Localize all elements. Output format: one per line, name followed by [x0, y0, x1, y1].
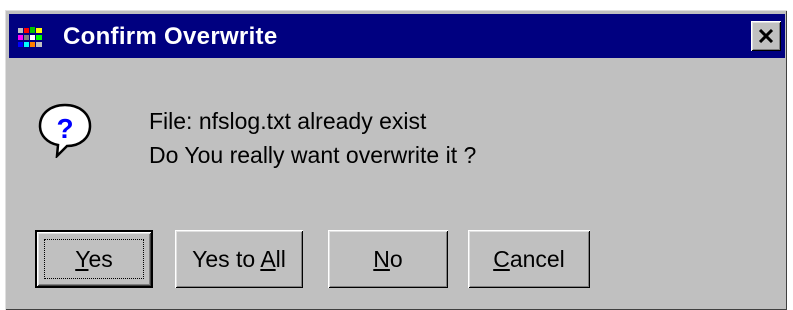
message-line-2: Do You really want overwrite it ?: [149, 142, 477, 168]
no-button[interactable]: No: [328, 230, 448, 288]
title-bar[interactable]: Confirm Overwrite: [9, 14, 785, 58]
confirm-overwrite-dialog: Confirm Overwrite ? File: nfslog.txt alr…: [5, 10, 787, 310]
yes-button[interactable]: Yes: [35, 230, 153, 288]
close-button[interactable]: [751, 21, 781, 51]
question-balloon-icon: ?: [38, 103, 92, 158]
dialog-title: Confirm Overwrite: [63, 23, 278, 50]
close-icon: [758, 29, 774, 43]
yes-to-all-button-label: Yes to All: [192, 245, 286, 272]
message-text: File: nfslog.txt already exist Do You re…: [149, 104, 476, 172]
yes-to-all-button[interactable]: Yes to All: [175, 230, 303, 288]
svg-text:?: ?: [56, 113, 73, 144]
cancel-button[interactable]: Cancel: [468, 230, 590, 288]
application-icon: [17, 26, 45, 48]
message-line-1: File: nfslog.txt already exist: [149, 108, 427, 134]
yes-button-label: Yes: [75, 245, 113, 272]
no-button-label: No: [373, 245, 403, 272]
cancel-button-label: Cancel: [493, 245, 565, 272]
